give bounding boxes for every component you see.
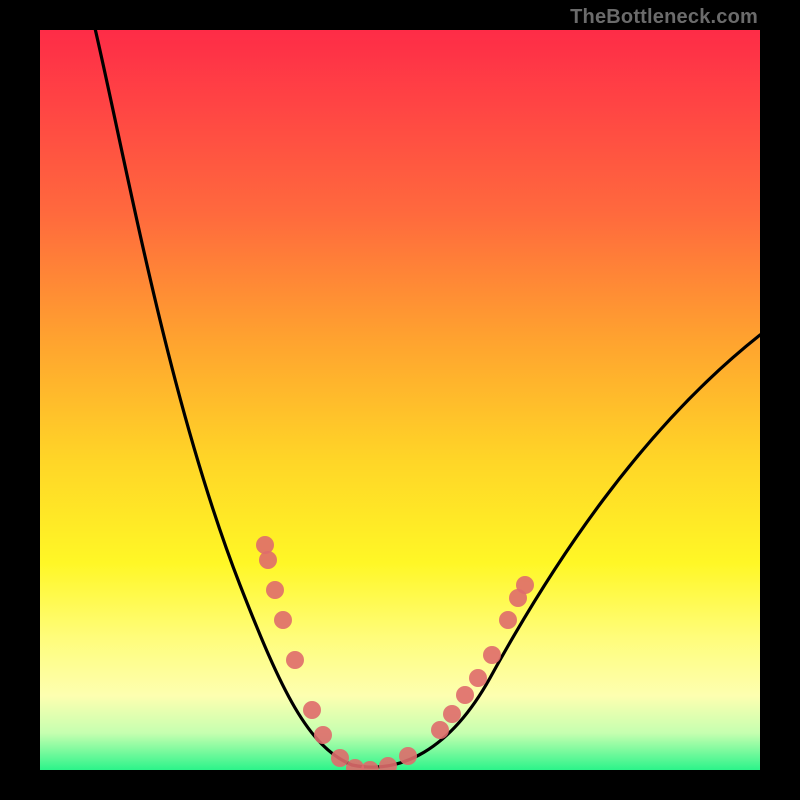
data-marker — [469, 669, 487, 687]
attribution-label: TheBottleneck.com — [570, 6, 758, 29]
data-marker — [259, 551, 277, 569]
data-marker — [331, 749, 349, 767]
data-marker — [274, 611, 292, 629]
data-marker — [399, 747, 417, 765]
data-marker — [286, 651, 304, 669]
bottleneck-curve — [94, 30, 760, 767]
data-marker — [516, 576, 534, 594]
data-marker — [314, 726, 332, 744]
data-marker — [361, 761, 379, 770]
data-marker — [431, 721, 449, 739]
data-marker — [499, 611, 517, 629]
data-marker — [266, 581, 284, 599]
curve-svg — [40, 30, 760, 770]
data-marker — [379, 757, 397, 770]
data-marker — [483, 646, 501, 664]
plot-area — [40, 30, 760, 770]
data-marker — [456, 686, 474, 704]
chart-frame: TheBottleneck.com — [0, 0, 800, 800]
data-marker — [443, 705, 461, 723]
data-marker — [256, 536, 274, 554]
data-marker — [303, 701, 321, 719]
marker-group — [256, 536, 534, 770]
